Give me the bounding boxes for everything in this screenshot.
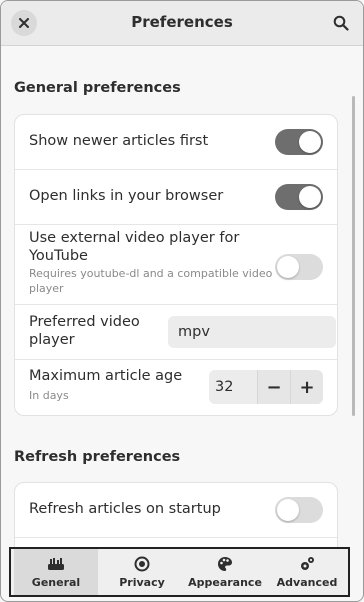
preferred-player-row: Preferred video player mpv bbox=[15, 305, 337, 360]
increment-button[interactable]: + bbox=[290, 370, 323, 404]
refresh-startup-label: Refresh articles on startup bbox=[29, 501, 221, 517]
refresh-startup-switch[interactable] bbox=[275, 497, 323, 523]
preferences-content[interactable]: General preferences Show newer articles … bbox=[1, 46, 357, 548]
eye-icon bbox=[134, 556, 150, 571]
preferred-player-label-line1: Preferred video bbox=[29, 314, 140, 330]
tab-advanced[interactable]: Advanced bbox=[265, 549, 349, 595]
max-age-row: Maximum article age In days 32 − + bbox=[15, 360, 337, 415]
tab-general[interactable]: General bbox=[14, 549, 98, 595]
switch-knob bbox=[277, 499, 299, 521]
search-button[interactable] bbox=[331, 13, 351, 33]
tab-appearance-label: Appearance bbox=[188, 575, 262, 589]
show-newer-row[interactable]: Show newer articles first bbox=[15, 115, 337, 170]
external-player-sub-line1: Requires youtube-dl and a compatible vid… bbox=[29, 267, 273, 280]
palette-icon bbox=[218, 556, 232, 571]
preferred-player-input[interactable]: mpv bbox=[168, 316, 336, 348]
general-section-title: General preferences bbox=[14, 80, 181, 96]
show-newer-label: Show newer articles first bbox=[29, 133, 209, 149]
decrement-button[interactable]: − bbox=[257, 370, 290, 404]
window-title: Preferences bbox=[131, 13, 233, 31]
switch-knob bbox=[299, 131, 321, 153]
preferences-window: Preferences General preferences Show new… bbox=[0, 0, 364, 602]
open-links-switch[interactable] bbox=[275, 184, 323, 210]
tab-privacy[interactable]: Privacy bbox=[100, 549, 184, 595]
refresh-card: Refresh articles on startup bbox=[14, 482, 338, 548]
tab-general-label: General bbox=[31, 575, 81, 589]
max-age-value[interactable]: 32 bbox=[209, 370, 257, 404]
external-player-sub-line2: player bbox=[29, 282, 64, 295]
external-player-switch[interactable] bbox=[275, 254, 323, 280]
tab-advanced-label: Advanced bbox=[276, 575, 338, 589]
show-newer-switch[interactable] bbox=[275, 129, 323, 155]
gears-icon bbox=[301, 556, 314, 570]
view-switcher-bar: General Privacy Appearance Advanced bbox=[9, 547, 350, 597]
general-card: Show newer articles first Open links in … bbox=[14, 114, 338, 416]
search-icon bbox=[333, 15, 349, 31]
open-links-label: Open links in your browser bbox=[29, 188, 224, 204]
scrollbar[interactable] bbox=[352, 96, 355, 416]
refresh-section-title: Refresh preferences bbox=[14, 449, 181, 465]
refresh-startup-row[interactable]: Refresh articles on startup bbox=[15, 483, 337, 538]
header-bar: Preferences bbox=[1, 1, 363, 46]
tab-appearance[interactable]: Appearance bbox=[183, 549, 267, 595]
max-age-spinbutton: 32 − + bbox=[209, 370, 323, 404]
external-player-label-line2: YouTube bbox=[29, 248, 88, 264]
external-player-row[interactable]: Use external video player for YouTube Re… bbox=[15, 225, 337, 305]
max-age-label: Maximum article age bbox=[29, 368, 183, 384]
preferred-player-label-line2: player bbox=[29, 332, 75, 348]
external-player-label-line1: Use external video player for bbox=[29, 230, 240, 246]
switch-knob bbox=[277, 256, 299, 278]
open-links-row[interactable]: Open links in your browser bbox=[15, 170, 337, 225]
tools-icon bbox=[48, 557, 64, 570]
tab-privacy-label: Privacy bbox=[119, 575, 165, 589]
max-age-sub: In days bbox=[29, 389, 69, 402]
switch-knob bbox=[299, 186, 321, 208]
